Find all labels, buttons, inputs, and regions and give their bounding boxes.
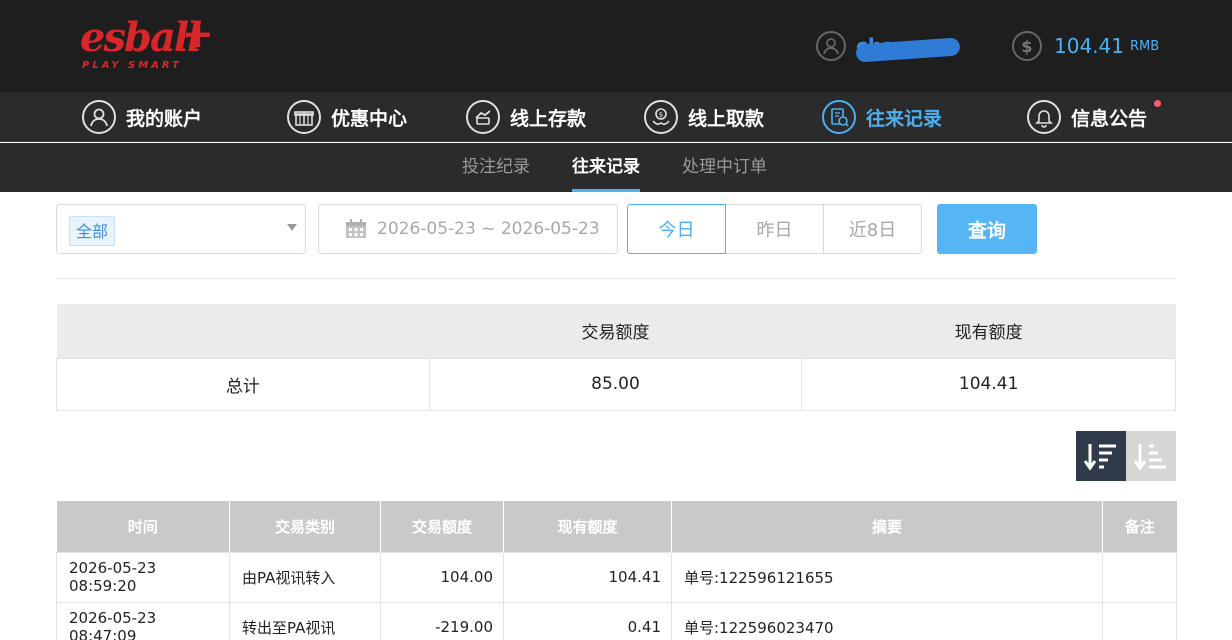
chevron-down-icon [287,224,297,231]
summary-header-label [56,304,430,358]
cell-amount: 104.00 [380,551,504,603]
top-header: esball + PLAY SMART chang $ 104.41 RMB [0,0,1232,92]
cell-summary: 单号:122596023470 [671,601,1103,640]
column-amount[interactable]: 交易额度 [380,501,504,552]
transaction-type-select[interactable]: 全部 [56,204,306,254]
summary-total-balance: 104.41 [801,357,1176,411]
main-nav: 我的账户 优惠中心 线上存款 $ 线上取款 往来记录 信息公告 [0,92,1232,142]
table-row[interactable]: 2026-05-23 08:47:09 转出至PA视讯 -219.00 0.41… [56,601,1177,640]
sub-nav: 投注纪录 往来记录 处理中订单 [0,143,1232,192]
column-balance[interactable]: 现有额度 [503,501,672,552]
records-icon [822,100,856,134]
column-type[interactable]: 交易类别 [229,501,381,552]
tab-pending-orders[interactable]: 处理中订单 [682,143,767,192]
cell-balance: 0.41 [503,601,672,640]
logo-tagline: PLAY SMART [82,60,182,71]
nav-promotions[interactable]: 优惠中心 [287,92,407,142]
cell-note [1102,551,1177,603]
cell-summary: 单号:122596121655 [671,551,1103,603]
deposit-icon [466,100,500,134]
balance-amount: 104.41 [1054,34,1124,58]
tab-transaction-records[interactable]: 往来记录 [572,143,640,192]
sort-descending-icon [1084,444,1116,471]
bell-icon [1027,100,1061,134]
date-range-value: 2026-05-23 ~ 2026-05-23 [377,219,600,239]
nav-online-deposit[interactable]: 线上存款 [466,92,586,142]
logo-plus: + [182,12,214,56]
balance-currency: RMB [1129,38,1160,54]
column-time[interactable]: 时间 [56,501,230,552]
svg-text:$: $ [659,111,663,119]
date-range-picker[interactable]: 2026-05-23 ~ 2026-05-23 [318,204,618,254]
cell-type: 转出至PA视讯 [229,601,381,640]
user-icon [82,100,116,134]
yesterday-button[interactable]: 昨日 [725,204,824,254]
wallet-balance[interactable]: $ 104.41 RMB [1012,28,1159,64]
summary-table: 交易额度 现有额度 总计 85.00 104.41 [56,304,1176,411]
sort-descending-button[interactable] [1076,431,1126,481]
gift-icon [287,100,321,134]
user-icon [816,31,846,61]
user-account[interactable]: chang [816,28,961,64]
nav-my-account[interactable]: 我的账户 [82,92,202,142]
sort-ascending-icon [1134,444,1166,471]
last-8-days-button[interactable]: 近8日 [823,204,922,254]
records-table: 时间 交易类别 交易额度 现有额度 摘要 备注 2026-05-23 08:59… [56,501,1177,640]
today-button[interactable]: 今日 [627,204,726,254]
calendar-icon [345,219,367,239]
cell-time: 2026-05-23 08:47:09 [56,601,230,640]
notification-dot [1154,100,1162,107]
nav-announcements[interactable]: 信息公告 [1027,92,1162,142]
cell-balance: 104.41 [503,551,672,603]
esball-logo[interactable]: esball + PLAY SMART [80,12,220,74]
cell-amount: -219.00 [380,601,504,640]
summary-total-label: 总计 [56,357,430,411]
quick-date-buttons: 今日 昨日 近8日 [627,204,924,254]
column-summary[interactable]: 摘要 [671,501,1103,552]
records-header-row: 时间 交易类别 交易额度 现有额度 摘要 备注 [56,501,1177,552]
withdraw-icon: $ [644,100,678,134]
username: chang [855,34,961,63]
summary-header-row: 交易额度 现有额度 [56,304,1176,358]
column-note[interactable]: 备注 [1102,501,1177,552]
selected-type-chip: 全部 [69,216,116,246]
summary-total-row: 总计 85.00 104.41 [56,357,1176,411]
cell-note [1102,601,1177,640]
summary-total-transaction: 85.00 [428,357,803,411]
sort-ascending-button[interactable] [1126,431,1176,481]
cell-type: 由PA视讯转入 [229,551,381,603]
nav-online-withdraw[interactable]: $ 线上取款 [644,92,764,142]
summary-header-transaction: 交易额度 [429,304,802,358]
cell-time: 2026-05-23 08:59:20 [56,551,230,603]
nav-transaction-records[interactable]: 往来记录 [822,92,942,142]
dollar-coin-icon: $ [1012,31,1042,61]
table-row[interactable]: 2026-05-23 08:59:20 由PA视讯转入 104.00 104.4… [56,551,1177,603]
tab-bet-records[interactable]: 投注纪录 [462,143,530,192]
filter-divider [56,278,1176,279]
summary-header-balance: 现有额度 [801,304,1176,358]
query-button[interactable]: 查询 [937,204,1037,254]
